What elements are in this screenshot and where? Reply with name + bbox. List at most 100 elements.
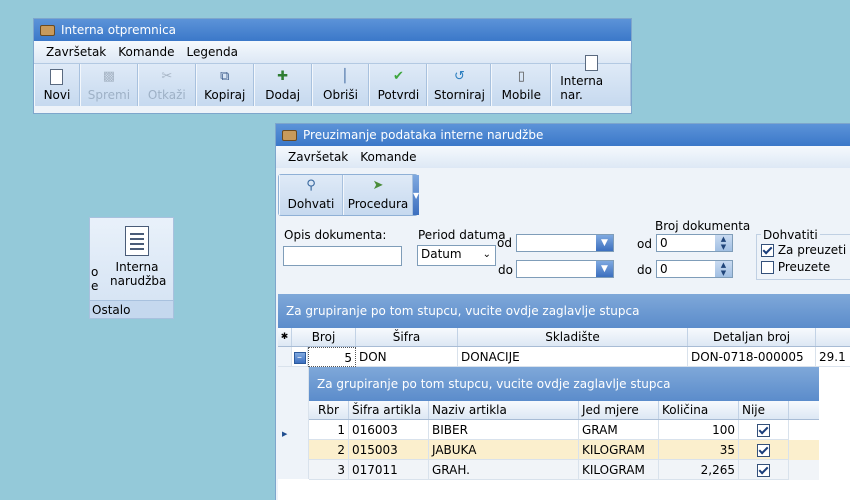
detail-row[interactable]: 1 016003 BIBER GRAM 100	[309, 420, 819, 440]
window-titlebar[interactable]: Preuzimanje podataka interne narudžbe	[276, 124, 850, 146]
otkazi-label: Otkaži	[147, 88, 186, 102]
detail-area: ▶ Za grupiranje po tom stupcu, vucite ov…	[278, 367, 850, 480]
menu-zavrsetak[interactable]: Završetak	[46, 45, 106, 59]
potvrdi-button[interactable]: ✔ Potvrdi	[369, 64, 428, 106]
preuzete-label: Preuzete	[777, 260, 831, 274]
dohvatiti-label: Dohvatiti	[761, 228, 820, 242]
mobile-label: Mobile	[501, 88, 542, 102]
nije-preuzeto-cell	[739, 420, 789, 440]
header-indicator: ✱	[278, 328, 292, 346]
jed-mjere-cell: KILOGRAM	[579, 460, 659, 480]
collapse-icon[interactable]: –	[293, 351, 306, 364]
broj-od-stepper[interactable]: 0 ▲ ▼	[656, 234, 733, 252]
interna-nar-label: Interna nar.	[560, 74, 604, 102]
nije-preuzeto-checkbox[interactable]	[757, 424, 770, 437]
preuzete-option[interactable]: Preuzete	[761, 260, 830, 274]
menu-zavrsetak[interactable]: Završetak	[288, 150, 348, 164]
header-sifra-artikla[interactable]: Šifra artikla	[349, 401, 429, 419]
menu-komande[interactable]: Komande	[360, 150, 416, 164]
storniraj-button[interactable]: ↺ Storniraj	[427, 64, 492, 106]
detail-row[interactable]: 2 015003 JABUKA KILOGRAM 35	[309, 440, 819, 460]
add-icon: ✚	[277, 69, 289, 84]
header-nije-preuzeto[interactable]: Nije preu	[739, 401, 789, 419]
save-icon: ▩	[102, 69, 116, 84]
spin-icon[interactable]: ▲ ▼	[715, 235, 732, 251]
obrisi-button[interactable]: ▕ Obriši	[311, 64, 370, 106]
row-indicator	[278, 347, 292, 367]
sifra-cell: DON	[356, 347, 458, 367]
header-rbr[interactable]: Rbr	[309, 401, 349, 419]
header-skladiste[interactable]: Skladište	[458, 328, 688, 346]
period-select[interactable]: Datum ⌄	[417, 245, 496, 266]
opis-input[interactable]	[283, 246, 402, 266]
dropdown-icon[interactable]: ▼	[596, 261, 613, 277]
app-icon	[40, 24, 55, 36]
za-preuzeti-checkbox[interactable]	[761, 244, 774, 257]
window-title: Interna otpremnica	[61, 23, 177, 37]
menu-legenda[interactable]: Legenda	[187, 45, 238, 59]
interna-narudzba-button[interactable]: Interna narudžba	[110, 224, 167, 296]
dodaj-button[interactable]: ✚ Dodaj	[253, 64, 312, 106]
window-titlebar[interactable]: Interna otpremnica	[34, 19, 631, 41]
group-label: Ostalo	[90, 300, 173, 318]
obrisi-label: Obriši	[323, 88, 358, 102]
broj-do-label: do	[637, 263, 652, 277]
interna-nar-button[interactable]: Interna nar.	[551, 55, 631, 106]
sifra-artikla-cell: 015003	[349, 440, 429, 460]
date-from-input[interactable]: ▼	[516, 234, 614, 252]
nije-preuzeto-cell	[739, 440, 789, 460]
app-icon	[282, 129, 297, 141]
dodaj-label: Dodaj	[265, 88, 301, 102]
toolbar-overflow-button[interactable]: ▼	[413, 175, 420, 215]
date-to-input[interactable]: ▼	[516, 260, 614, 278]
kopiraj-button[interactable]: ⧉ Kopiraj	[195, 64, 254, 106]
za-preuzeti-label: Za preuzeti	[777, 243, 847, 257]
nije-preuzeto-checkbox[interactable]	[757, 444, 770, 457]
nije-preuzeto-cell	[739, 460, 789, 480]
otkazi-button[interactable]: ✂ Otkaži	[137, 64, 196, 106]
nije-preuzeto-checkbox[interactable]	[757, 464, 770, 477]
za-preuzeti-option[interactable]: Za preuzeti	[761, 243, 846, 257]
broj-do-stepper[interactable]: 0 ▲ ▼	[656, 260, 733, 278]
document-icon	[125, 226, 149, 256]
date-do-label: do	[498, 263, 513, 277]
period-label: Period datuma	[418, 228, 506, 242]
procedura-button[interactable]: ➤ Procedura	[343, 175, 413, 215]
spin-icon[interactable]: ▲ ▼	[715, 261, 732, 277]
header-extra	[816, 328, 850, 346]
jed-mjere-cell: GRAM	[579, 420, 659, 440]
detail-group-by-panel[interactable]: Za grupiranje po tom stupcu, vucite ovdj…	[309, 367, 819, 401]
broj-do-value: 0	[660, 262, 668, 276]
detail-row[interactable]: 3 017011 GRAH. KILOGRAM 2,265	[309, 460, 819, 480]
ribbon-panel: o e Interna narudžba Ostalo	[89, 217, 174, 319]
header-naziv-artikla[interactable]: Naziv artikla	[429, 401, 579, 419]
master-row[interactable]: – 5 DON DONACIJE DON-0718-000005 29.1	[278, 347, 850, 367]
header-sifra[interactable]: Šifra	[356, 328, 458, 346]
partial-label-2: e	[91, 279, 99, 293]
dropdown-icon[interactable]: ▼	[596, 235, 613, 251]
period-value: Datum	[421, 247, 462, 261]
header-detaljan-broj[interactable]: Detaljan broj	[688, 328, 816, 346]
menubar: Završetak Komande Legenda	[34, 41, 631, 63]
copy-icon: ⧉	[220, 69, 230, 84]
skladiste-cell: DONACIJE	[458, 347, 688, 367]
header-jed-mjere[interactable]: Jed mjere	[579, 401, 659, 419]
group-by-panel[interactable]: Za grupiranje po tom stupcu, vucite ovdj…	[278, 294, 850, 328]
dohvati-button[interactable]: ⚲ Dohvati	[279, 175, 343, 215]
procedura-label: Procedura	[347, 197, 409, 211]
preuzete-checkbox[interactable]	[761, 261, 774, 274]
spremi-button[interactable]: ▩ Spremi	[79, 64, 138, 106]
novi-button[interactable]: Novi	[34, 64, 80, 106]
trash-icon: ▕	[335, 69, 346, 84]
cut-icon: ✂	[161, 69, 173, 84]
toolbar: Novi ▩ Spremi ✂ Otkaži ⧉ Kopiraj ✚ Dodaj…	[34, 55, 631, 106]
novi-label: Novi	[43, 88, 71, 102]
header-broj[interactable]: Broj	[292, 328, 356, 346]
button-line2: narudžba	[110, 274, 167, 288]
dohvati-label: Dohvati	[287, 197, 335, 211]
menu-komande[interactable]: Komande	[118, 45, 174, 59]
checkmark-icon: ✔	[392, 69, 404, 84]
header-kolicina[interactable]: Količina	[659, 401, 739, 419]
mobile-button[interactable]: ▯ Mobile	[491, 64, 552, 106]
sifra-artikla-cell: 017011	[349, 460, 429, 480]
